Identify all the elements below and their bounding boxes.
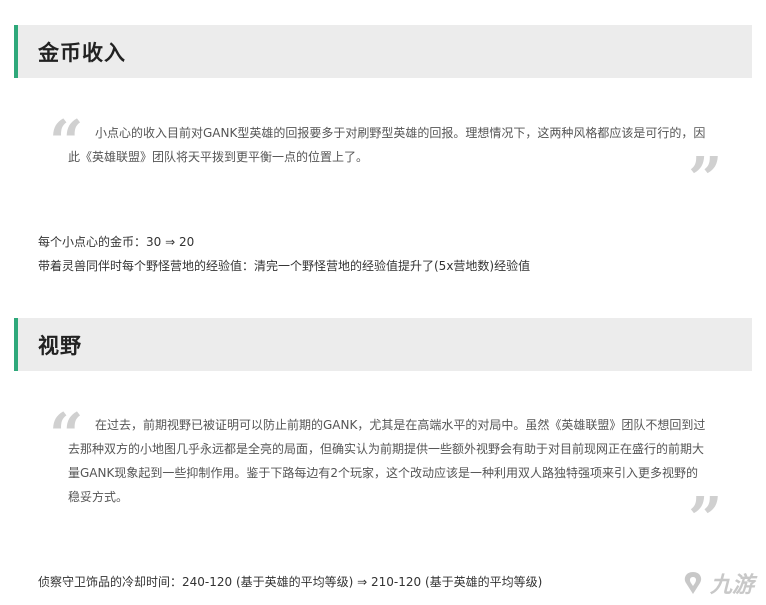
quote-text: 小点心的收入目前对GANK型英雄的回报要多于对刷野型英雄的回报。理想情况下，这两… <box>68 126 706 164</box>
section-title: 视野 <box>38 333 82 358</box>
close-quote-icon: ” <box>688 145 723 215</box>
section-title: 金币收入 <box>38 40 126 65</box>
close-quote-icon: ” <box>688 485 723 555</box>
quote-text: 在过去，前期视野已被证明可以防止前期的GANK，尤其是在高端水平的对局中。虽然《… <box>68 418 706 504</box>
section-header-gold-income: 金币收入 <box>14 25 752 78</box>
stat-line: 带着灵兽同伴时每个野怪营地的经验值：清完一个野怪营地的经验值提升了(5x营地数)… <box>38 259 531 273</box>
stat-line: 侦察守卫饰品的冷却时间：240-120 (基于英雄的平均等级) ⇒ 210-12… <box>38 575 543 589</box>
jiuyou-logo-icon <box>684 572 702 594</box>
section-header-vision: 视野 <box>14 318 752 371</box>
stat-line: 每个小点心的金币：30 ⇒ 20 <box>38 235 195 249</box>
watermark: 九游 <box>680 567 754 599</box>
watermark-text: 九游 <box>709 573 754 598</box>
